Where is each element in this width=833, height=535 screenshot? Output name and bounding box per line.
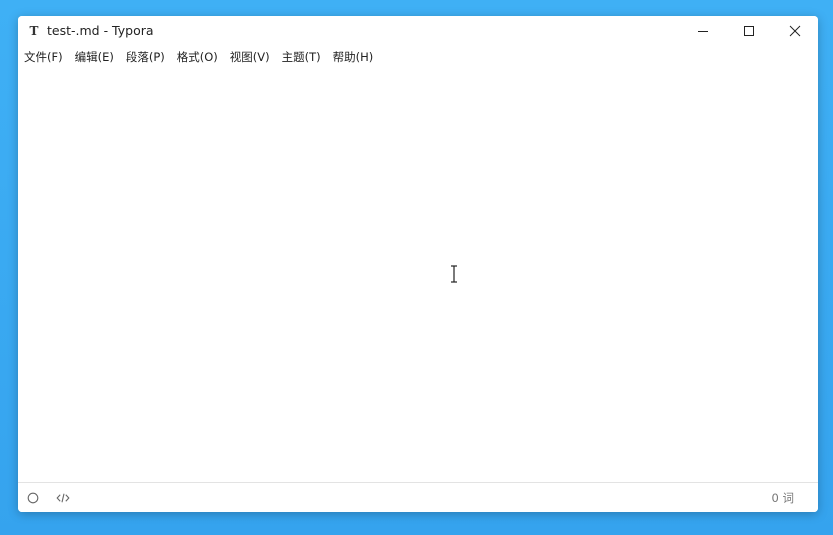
- typora-window: T test-.md - Typora 文件(F) 编辑(E) 段落(P) 格式…: [18, 16, 818, 512]
- editor-area[interactable]: [18, 68, 818, 481]
- close-button[interactable]: [772, 16, 818, 46]
- menu-theme[interactable]: 主题(T): [276, 46, 327, 68]
- window-title: test-.md - Typora: [47, 23, 154, 38]
- minimize-icon: [698, 31, 708, 32]
- menu-paragraph[interactable]: 段落(P): [120, 46, 171, 68]
- status-bar: 0 词: [18, 482, 818, 512]
- menu-help[interactable]: 帮助(H): [327, 46, 380, 68]
- title-bar[interactable]: T test-.md - Typora: [18, 16, 818, 46]
- menu-format[interactable]: 格式(O): [171, 46, 224, 68]
- circle-icon[interactable]: [26, 491, 40, 505]
- minimize-button[interactable]: [680, 16, 726, 46]
- maximize-button[interactable]: [726, 16, 772, 46]
- code-icon[interactable]: [56, 491, 70, 505]
- menu-view[interactable]: 视图(V): [224, 46, 276, 68]
- typora-app-icon: T: [29, 24, 39, 38]
- close-icon: [789, 25, 801, 37]
- menu-file[interactable]: 文件(F): [18, 46, 69, 68]
- text-cursor-icon: [451, 265, 457, 283]
- menu-bar: 文件(F) 编辑(E) 段落(P) 格式(O) 视图(V) 主题(T) 帮助(H…: [18, 46, 818, 68]
- desktop-background: T test-.md - Typora 文件(F) 编辑(E) 段落(P) 格式…: [0, 0, 833, 535]
- word-count[interactable]: 0 词: [772, 491, 794, 505]
- menu-edit[interactable]: 编辑(E): [69, 46, 120, 68]
- maximize-icon: [744, 26, 754, 36]
